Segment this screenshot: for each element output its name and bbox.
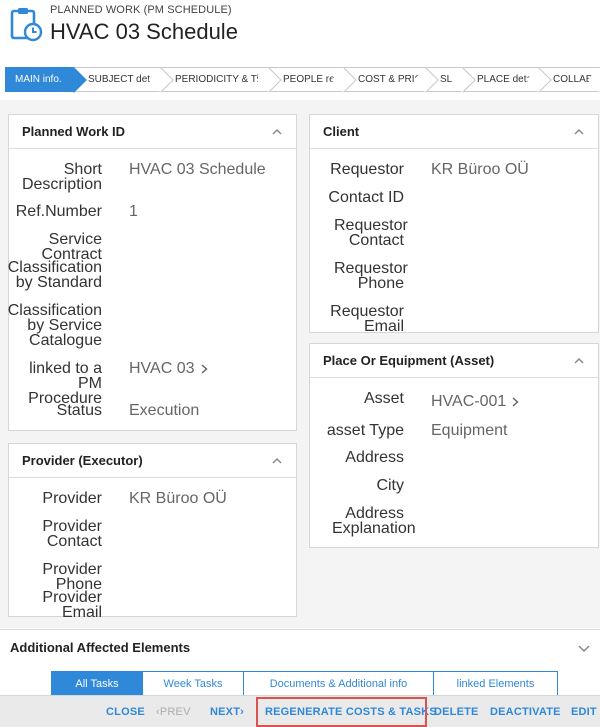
card-title: Planned Work ID: [22, 124, 126, 139]
additional-elements-header[interactable]: Additional Affected Elements: [0, 629, 600, 665]
status-label: Status: [56, 402, 102, 419]
step-label: COST & PRICE: [358, 74, 429, 85]
section-title: Additional Affected Elements: [10, 640, 191, 655]
tab-label: linked Elements: [456, 677, 535, 690]
close-button[interactable]: CLOSE: [106, 696, 145, 727]
service-contract-label: Service Contract: [41, 231, 102, 263]
provider-value: KR Büroo OÜ: [129, 490, 227, 507]
status-value: Execution: [129, 402, 200, 419]
card-header[interactable]: Place Or Equipment (Asset): [310, 344, 598, 378]
task-tabs: All Tasks Week Tasks Documents & Additio…: [51, 671, 558, 696]
tab-label: Documents & Additional info: [269, 677, 408, 690]
provider-email-label: Provider Email: [42, 589, 102, 621]
edit-button[interactable]: EDIT: [571, 696, 597, 727]
provider-contact-label: Provider Contact: [42, 518, 102, 550]
tab-all-tasks[interactable]: All Tasks: [51, 671, 143, 696]
requestor-phone-label: Requestor Phone: [334, 260, 408, 292]
step-label: PERIODICITY & Time: [175, 74, 273, 85]
chevron-up-icon[interactable]: [574, 127, 584, 137]
provider-phone-label: Provider Phone: [42, 561, 102, 593]
asset-type-label: asset Type: [326, 422, 404, 439]
tab-label: Week Tasks: [163, 677, 223, 690]
step-label: SUBJECT details: [88, 74, 166, 85]
step-label: PLACE details: [477, 74, 542, 85]
page-title: HVAC 03 Schedule: [50, 19, 238, 44]
card-title: Provider (Executor): [22, 453, 143, 468]
next-button[interactable]: NEXT›: [210, 696, 244, 727]
address-label: Address: [345, 449, 404, 466]
step-periodicity[interactable]: PERIODICITY & Time: [161, 67, 273, 92]
page-subtitle: PLANNED WORK (PM SCHEDULE): [50, 4, 232, 16]
place-card: Place Or Equipment (Asset) Asset HVAC-00…: [309, 343, 599, 548]
ref-number-value: 1: [129, 203, 138, 220]
requestor-contact-label: Requestor Contact: [334, 217, 408, 249]
provider-card: Provider (Executor) Provider KR Büroo OÜ…: [8, 443, 297, 621]
delete-button[interactable]: DELETE: [434, 696, 479, 727]
card-title: Place Or Equipment (Asset): [323, 353, 495, 368]
ref-number-label: Ref.Number: [15, 203, 102, 220]
chevron-down-icon[interactable]: [578, 643, 590, 653]
pm-procedure-link[interactable]: HVAC 03: [129, 360, 208, 377]
step-main-info[interactable]: MAIN info.: [5, 67, 74, 92]
asset-type-value: Equipment: [431, 422, 508, 439]
chevron-up-icon[interactable]: [272, 456, 282, 466]
asset-link[interactable]: HVAC-001: [431, 393, 519, 410]
contact-id-label: Contact ID: [328, 189, 404, 206]
tab-linked-elements[interactable]: linked Elements: [434, 671, 558, 696]
provider-label: Provider: [42, 490, 102, 507]
step-label: SLA: [440, 74, 459, 85]
step-label: PEOPLE resp.: [283, 74, 349, 85]
planned-work-card: Planned Work ID Short Description HVAC 0…: [8, 114, 297, 431]
tab-documents[interactable]: Documents & Additional info: [244, 671, 434, 696]
chevron-up-icon[interactable]: [574, 356, 584, 366]
asset-label: Asset: [363, 390, 404, 407]
tab-week-tasks[interactable]: Week Tasks: [143, 671, 244, 696]
address-explanation-label: Address Explanation: [332, 505, 416, 537]
requestor-label: Requestor: [330, 161, 404, 178]
highlight-box: [256, 697, 427, 727]
step-label: COLLAB.: [553, 74, 596, 85]
short-description-label: Short Description: [21, 161, 102, 193]
pm-procedure-label: linked to a PM Procedure: [28, 360, 102, 407]
card-header[interactable]: Client: [310, 115, 598, 149]
tab-label: All Tasks: [75, 677, 119, 690]
requestor-value: KR Büroo OÜ: [431, 161, 529, 178]
prev-button[interactable]: ‹PREV: [156, 696, 191, 727]
page-header: PLANNED WORK (PM SCHEDULE) HVAC 03 Sched…: [0, 0, 600, 62]
requestor-email-label: Requestor Email: [330, 303, 404, 335]
card-header[interactable]: Planned Work ID: [9, 115, 296, 149]
deactivate-button[interactable]: DEACTIVATE: [490, 696, 561, 727]
city-label: City: [376, 477, 404, 494]
pm-procedure-value: HVAC 03: [129, 360, 195, 377]
chevron-up-icon[interactable]: [272, 127, 282, 137]
chevron-right-icon: [512, 396, 519, 407]
step-label: MAIN info.: [15, 74, 62, 85]
classification-catalogue-label: Classification by Service Catalogue: [7, 302, 102, 349]
client-card: Client Requestor KR Büroo OÜ Contact ID …: [309, 114, 599, 335]
card-header[interactable]: Provider (Executor): [9, 444, 296, 478]
asset-value: HVAC-001: [431, 393, 507, 410]
classification-standard-label: Classification by Standard: [7, 259, 102, 291]
step-navigation: MAIN info. SUBJECT details PERIODICITY &…: [5, 67, 600, 92]
short-description-value: HVAC 03 Schedule: [129, 161, 266, 178]
clipboard-clock-icon: [10, 8, 43, 42]
chevron-right-icon: [201, 363, 208, 374]
card-title: Client: [323, 124, 360, 139]
